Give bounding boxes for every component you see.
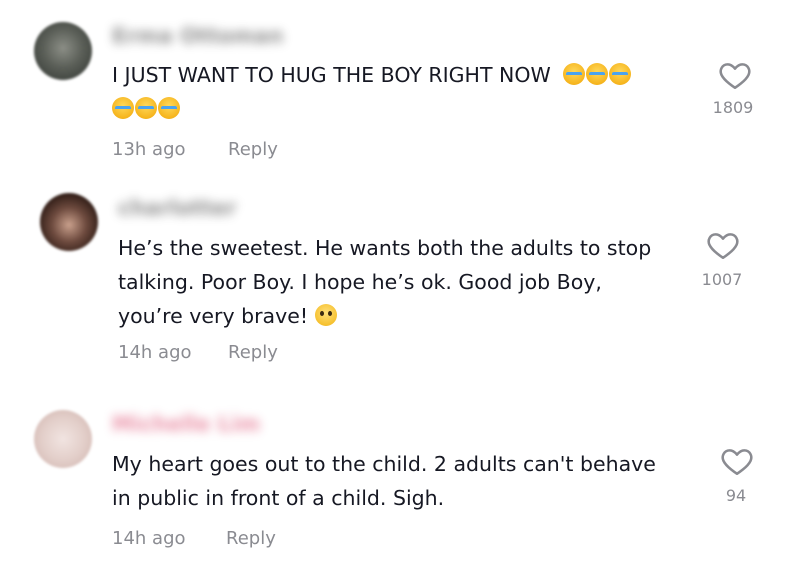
like-count: 1007 bbox=[701, 270, 743, 289]
username[interactable]: charlotter bbox=[118, 196, 236, 220]
comment-text: He’s the sweetest. He wants both the adu… bbox=[118, 231, 651, 333]
reply-button[interactable]: Reply bbox=[228, 139, 278, 160]
comment-line: I JUST WANT TO HUG THE BOY RIGHT NOW bbox=[112, 63, 551, 87]
reply-button[interactable]: Reply bbox=[228, 342, 278, 363]
comment-line: My heart goes out to the child. 2 adults… bbox=[112, 452, 656, 476]
avatar[interactable] bbox=[40, 193, 98, 251]
comment-text: I JUST WANT TO HUG THE BOY RIGHT NOW bbox=[112, 58, 632, 126]
username[interactable]: Erma Ottoman bbox=[112, 24, 283, 48]
like-count: 1809 bbox=[712, 98, 754, 117]
comment-line: talking. Poor Boy. I hope he’s ok. Good … bbox=[118, 270, 602, 294]
avatar[interactable] bbox=[34, 22, 92, 80]
heart-outline-icon[interactable] bbox=[718, 58, 752, 92]
like-count: 94 bbox=[725, 486, 747, 505]
comment-text: My heart goes out to the child. 2 adults… bbox=[112, 447, 656, 515]
username[interactable]: Michelle Lim bbox=[112, 412, 260, 436]
timestamp: 14h ago bbox=[118, 342, 192, 363]
reply-button[interactable]: Reply bbox=[226, 528, 276, 549]
avatar[interactable] bbox=[34, 410, 92, 468]
heart-outline-icon[interactable] bbox=[706, 228, 740, 262]
pleading-face-icon bbox=[314, 304, 338, 328]
comment-line: in public in front of a child. Sigh. bbox=[112, 486, 445, 510]
heart-outline-icon[interactable] bbox=[720, 444, 754, 478]
timestamp: 13h ago bbox=[112, 139, 186, 160]
comment-line: He’s the sweetest. He wants both the adu… bbox=[118, 236, 652, 260]
crying-emoji-icon bbox=[112, 92, 632, 126]
crying-emoji-icon bbox=[563, 63, 632, 87]
comment-line: you’re very brave! bbox=[118, 304, 309, 328]
timestamp: 14h ago bbox=[112, 528, 186, 549]
